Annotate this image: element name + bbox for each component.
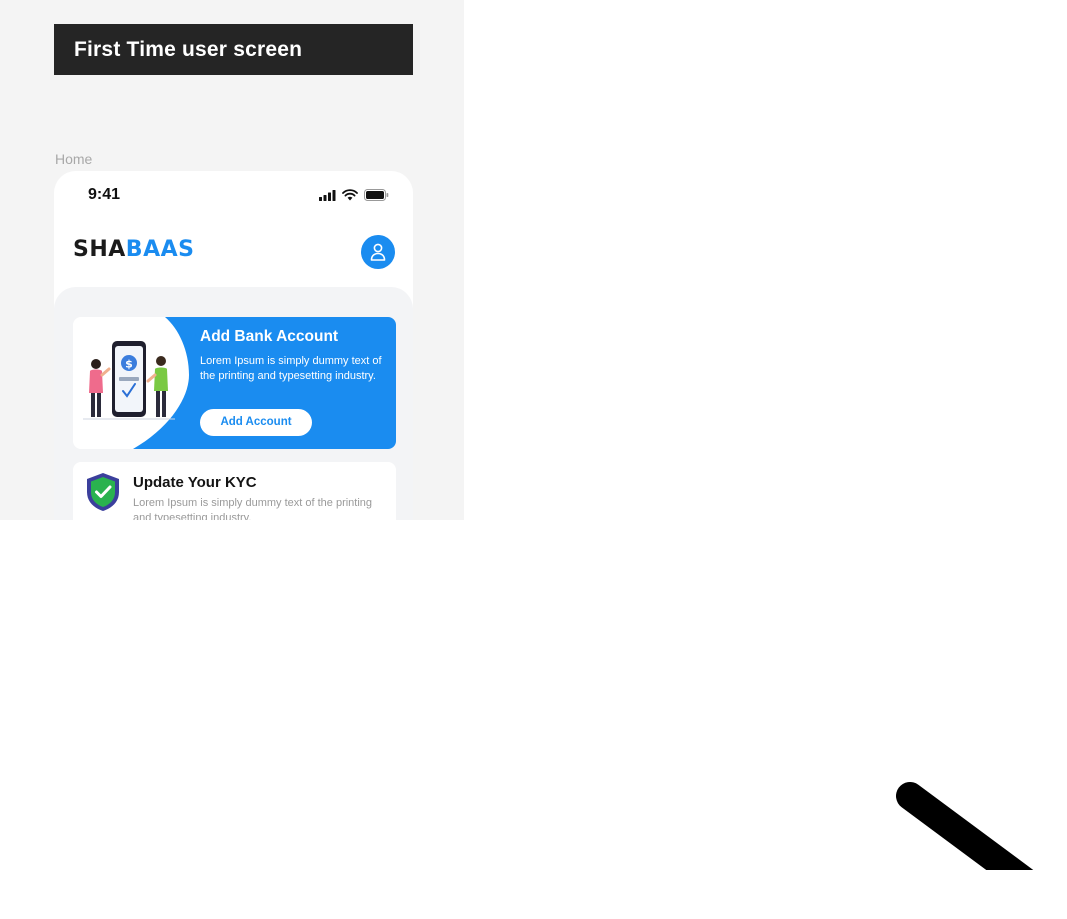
home-content: $ Add Bank Account Lorem Ipsum is simply… <box>54 287 413 520</box>
wifi-icon <box>342 189 358 201</box>
status-icons <box>319 189 389 201</box>
profile-button[interactable] <box>361 235 395 269</box>
pen-stroke <box>896 782 1034 870</box>
canvas: First Time user screen Home 9:41 SHABAAS… <box>0 0 1067 919</box>
phone-screen: 9:41 SHABAAS $ Add Bank Account Lorem Ip… <box>54 171 413 520</box>
frame-label[interactable]: Home <box>55 151 92 167</box>
frame-title-bar: First Time user screen <box>54 24 413 75</box>
logo-text-blue: BAAS <box>125 237 195 262</box>
bank-illustration: $ <box>83 341 175 420</box>
svg-text:$: $ <box>125 358 133 371</box>
design-artboard: First Time user screen Home 9:41 SHABAAS… <box>0 0 464 520</box>
kyc-card-description: Lorem Ipsum is simply dummy text of the … <box>133 497 373 520</box>
update-kyc-card[interactable]: Update Your KYC Lorem Ipsum is simply du… <box>73 462 396 520</box>
add-bank-card[interactable]: $ Add Bank Account Lorem Ipsum is simply… <box>73 317 396 449</box>
bank-card-description: Lorem Ipsum is simply dummy text of the … <box>200 355 382 382</box>
add-account-button[interactable]: Add Account <box>200 409 312 436</box>
logo-text-dark: SHA <box>73 237 126 262</box>
bank-card-title: Add Bank Account <box>200 328 339 345</box>
app-logo: SHABAAS <box>73 237 194 262</box>
signal-icon <box>319 189 336 201</box>
status-time: 9:41 <box>88 186 121 203</box>
user-icon <box>370 243 386 261</box>
kyc-card-title: Update Your KYC <box>133 474 257 491</box>
battery-icon <box>364 189 389 201</box>
shield-check-icon <box>87 473 119 511</box>
